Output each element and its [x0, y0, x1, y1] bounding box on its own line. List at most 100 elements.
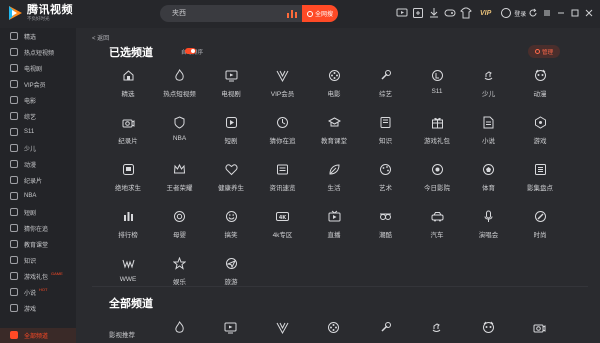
auto-sort-toggle[interactable] — [185, 48, 196, 54]
crown-icon — [173, 163, 186, 176]
tv-icon — [10, 64, 18, 72]
channel-tile-label: 生活 — [327, 185, 341, 192]
sidebar-item-all-channels[interactable]: 全部频道 — [0, 327, 76, 343]
channel-tile[interactable]: 母婴 — [154, 210, 206, 246]
channel-tile[interactable] — [256, 321, 308, 343]
channel-tile[interactable]: 综艺 — [360, 69, 412, 105]
channel-tile[interactable] — [514, 321, 566, 343]
channel-tile[interactable]: 游戏礼包 — [411, 116, 463, 152]
all-channels-category: 影视推荐 — [109, 332, 135, 339]
menu-icon[interactable] — [542, 8, 552, 18]
channel-tile[interactable] — [153, 321, 205, 343]
channel-tile[interactable] — [205, 321, 257, 343]
channel-tile-label: 排行榜 — [118, 232, 138, 239]
channel-tile[interactable]: 演唱会 — [463, 210, 515, 246]
login-button[interactable]: 登录 — [501, 8, 526, 18]
channel-tile[interactable]: 直播 — [308, 210, 360, 246]
channel-tile[interactable]: 小说 — [463, 116, 515, 152]
sidebar-item[interactable]: 猜你在追 — [0, 220, 76, 236]
channel-tile[interactable]: WWE — [102, 257, 154, 293]
channel-tile[interactable]: 影集盘点 — [514, 163, 566, 199]
search-box[interactable]: 夹西 全网搜 — [160, 5, 338, 22]
search-all-button[interactable]: 全网搜 — [302, 5, 338, 22]
shirt-icon[interactable] — [460, 7, 472, 19]
manage-button[interactable]: 管理 — [528, 45, 560, 58]
channel-tile[interactable]: 动漫 — [514, 69, 566, 105]
channel-tile[interactable] — [308, 321, 360, 343]
channel-tile[interactable]: NBA — [154, 116, 206, 152]
sidebar-item[interactable]: 游戏 — [0, 300, 76, 316]
channel-tile[interactable]: 娱乐 — [154, 257, 206, 293]
channel-tile[interactable]: 艺术 — [360, 163, 412, 199]
news-icon — [276, 163, 289, 176]
channel-tile[interactable]: S11 — [411, 69, 463, 105]
minimize-icon[interactable] — [556, 8, 566, 18]
app-subtitle: 不负好时光 — [27, 15, 50, 21]
channel-tile-label: 今日影院 — [424, 185, 450, 192]
sidebar-item[interactable]: 少儿 — [0, 140, 76, 156]
game-icon[interactable] — [444, 7, 456, 19]
channel-tile[interactable] — [411, 321, 463, 343]
sidebar-item[interactable]: NBA — [0, 188, 76, 204]
channel-tile[interactable]: 猜你在追 — [257, 116, 309, 152]
app-logo[interactable]: 腾讯视频 不负好时光 — [6, 4, 73, 22]
channel-tile[interactable]: 电视剧 — [205, 69, 257, 105]
sidebar-item[interactable]: 纪录片 — [0, 172, 76, 188]
sidebar-item[interactable]: 动漫 — [0, 156, 76, 172]
sidebar-item[interactable]: 电视剧 — [0, 60, 76, 76]
vip-link[interactable]: VIP — [480, 10, 491, 17]
channel-tile[interactable]: 4K 4k专区 — [257, 210, 309, 246]
channel-tile[interactable]: 健康养生 — [205, 163, 257, 199]
manage-label: 管理 — [541, 49, 553, 56]
channel-tile[interactable]: 体育 — [463, 163, 515, 199]
channel-tile[interactable]: 少儿 — [463, 69, 515, 105]
channel-tile-label: 演唱会 — [478, 232, 499, 239]
channel-tile[interactable] — [462, 321, 514, 343]
history-icon[interactable] — [412, 7, 424, 19]
channel-tile[interactable]: 教育课堂 — [308, 116, 360, 152]
channel-tile[interactable]: 精选 — [102, 69, 154, 105]
camera-icon — [10, 176, 18, 184]
channel-tile[interactable]: 潮酷 — [360, 210, 412, 246]
close-icon[interactable] — [584, 8, 594, 18]
channel-tile[interactable]: 绝地求生 — [102, 163, 154, 199]
channel-tile[interactable] — [359, 321, 411, 343]
search-input[interactable]: 夹西 — [172, 8, 186, 18]
sidebar-item[interactable]: 综艺 — [0, 108, 76, 124]
avatar-icon — [501, 8, 512, 18]
channel-tile[interactable]: 旅游 — [205, 257, 257, 293]
channel-tile[interactable]: 纪录片 — [102, 116, 154, 152]
sidebar-item[interactable]: VIP会员 — [0, 76, 76, 92]
sidebar-item[interactable]: 游戏礼包 GAME — [0, 268, 76, 284]
channel-tile[interactable]: 电影 — [308, 69, 360, 105]
maximize-icon[interactable] — [570, 8, 580, 18]
channel-tile[interactable]: VIP会员 — [257, 69, 309, 105]
sidebar-item[interactable]: 电影 — [0, 92, 76, 108]
sidebar-item[interactable]: 知识 — [0, 252, 76, 268]
sidebar-item[interactable]: 小说 HOT — [0, 284, 76, 300]
hot-trend-icon[interactable] — [287, 9, 297, 18]
channel-tile[interactable]: 知识 — [360, 116, 412, 152]
channel-tile[interactable]: 游戏 — [514, 116, 566, 152]
channel-tile[interactable]: 今日影院 — [411, 163, 463, 199]
channel-tile[interactable]: 时尚 — [514, 210, 566, 246]
channel-tile[interactable]: 汽车 — [411, 210, 463, 246]
mic-icon — [379, 69, 392, 82]
screen-cast-icon[interactable] — [396, 7, 408, 19]
sidebar-item[interactable]: 精选 — [0, 28, 76, 44]
sidebar-item[interactable]: S11 — [0, 124, 76, 140]
sidebar-item[interactable]: 教育课堂 — [0, 236, 76, 252]
sidebar-item[interactable]: 短剧 — [0, 204, 76, 220]
channel-tile[interactable]: 热点短视频 — [154, 69, 206, 105]
download-icon[interactable] — [428, 7, 440, 19]
channel-tile[interactable]: 短剧 — [205, 116, 257, 152]
wwe-icon — [122, 257, 135, 270]
back-link[interactable]: < 返回 — [92, 33, 109, 42]
channel-tile[interactable]: 生活 — [308, 163, 360, 199]
channel-tile[interactable]: 王者荣耀 — [154, 163, 206, 199]
channel-tile[interactable]: 排行榜 — [102, 210, 154, 246]
channel-tile[interactable]: 搞笑 — [205, 210, 257, 246]
refresh-icon[interactable] — [528, 8, 538, 18]
sidebar-item[interactable]: 热点短视频 — [0, 44, 76, 60]
channel-tile[interactable]: 资讯速览 — [257, 163, 309, 199]
